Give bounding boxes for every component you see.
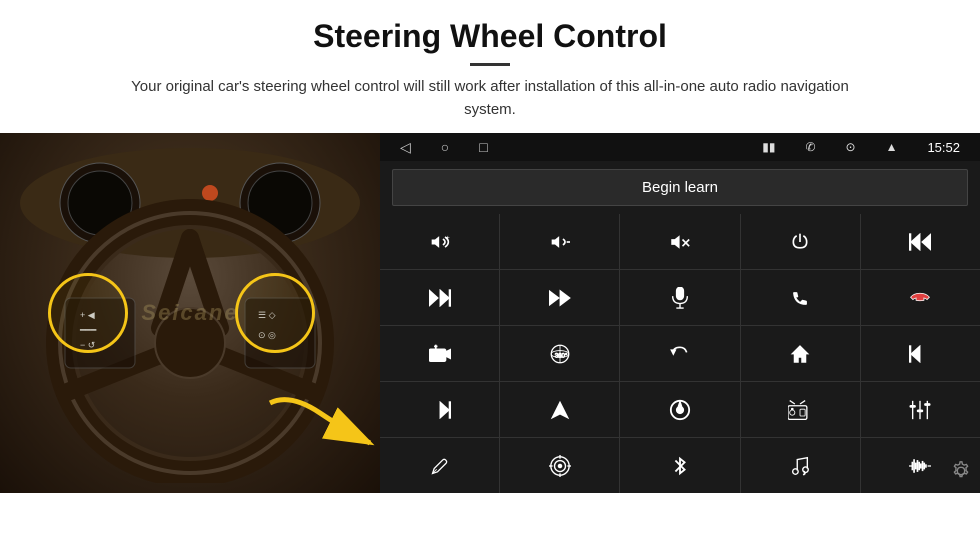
begin-learn-button[interactable]: Begin learn (392, 169, 968, 206)
radio-button[interactable] (741, 382, 860, 437)
power-button[interactable] (741, 214, 860, 269)
back-nav-icon[interactable]: ◁ (400, 139, 411, 156)
target-button[interactable] (500, 438, 619, 493)
time-display: 15:52 (927, 140, 960, 155)
home-icon-button[interactable] (741, 326, 860, 381)
vol-down-button[interactable] (500, 214, 619, 269)
highlight-circle-left (48, 273, 128, 353)
page-wrapper: Steering Wheel Control Your original car… (0, 0, 980, 493)
svg-text:+: + (445, 234, 449, 241)
watermark: Seicane (141, 300, 238, 326)
fast-forward-button[interactable] (500, 270, 619, 325)
highlight-circle-right (235, 273, 315, 353)
skip-back-button[interactable] (861, 326, 980, 381)
svg-text:360°: 360° (555, 352, 568, 359)
steering-wheel-image: + ◀ ━━━ − ↺ ☰ ◇ ⊙ ◎ (0, 133, 380, 493)
subtitle: Your original car's steering wheel contr… (110, 76, 870, 121)
controls-grid: + (380, 214, 980, 493)
hang-up-button[interactable] (861, 270, 980, 325)
wifi-status-icon: ▲ (886, 140, 898, 154)
phone-button[interactable] (741, 270, 860, 325)
pen-button[interactable] (380, 438, 499, 493)
begin-learn-row: Begin learn (380, 161, 980, 214)
bluetooth-button[interactable] (620, 438, 739, 493)
title-divider (470, 63, 510, 66)
undo-button[interactable] (620, 326, 739, 381)
nav-bar: ◁ ○ □ ▮▮ ✆ ⊙ ▲ 15:52 (380, 133, 980, 161)
signal-icon: ▮▮ (762, 140, 775, 154)
svg-text:♪: ♪ (803, 470, 806, 477)
settings-gear-icon[interactable] (950, 460, 972, 482)
location-status-icon: ⊙ (846, 140, 856, 154)
camera-button[interactable] (380, 326, 499, 381)
vol-up-button[interactable]: + (380, 214, 499, 269)
equalizer-button[interactable] (861, 382, 980, 437)
phone-status-icon: ✆ (805, 140, 815, 154)
source-button[interactable] (620, 382, 739, 437)
music-button[interactable]: ♪ (741, 438, 860, 493)
navigate-button[interactable] (500, 382, 619, 437)
yellow-arrow (260, 383, 380, 463)
skip-forward-button[interactable] (380, 382, 499, 437)
mic-button[interactable] (620, 270, 739, 325)
left-panel: + ◀ ━━━ − ↺ ☰ ◇ ⊙ ◎ (0, 133, 380, 493)
home-nav-icon[interactable]: ○ (441, 139, 449, 155)
right-panel: ◁ ○ □ ▮▮ ✆ ⊙ ▲ 15:52 Begin learn (380, 133, 980, 493)
mute-button[interactable] (620, 214, 739, 269)
page-title: Steering Wheel Control (60, 18, 920, 55)
header-section: Steering Wheel Control Your original car… (0, 0, 980, 133)
call-prev-button[interactable] (861, 214, 980, 269)
360-button[interactable]: 360° (500, 326, 619, 381)
next-button[interactable] (380, 270, 499, 325)
content-row: + ◀ ━━━ − ↺ ☰ ◇ ⊙ ◎ (0, 133, 980, 493)
recents-nav-icon[interactable]: □ (479, 139, 487, 155)
